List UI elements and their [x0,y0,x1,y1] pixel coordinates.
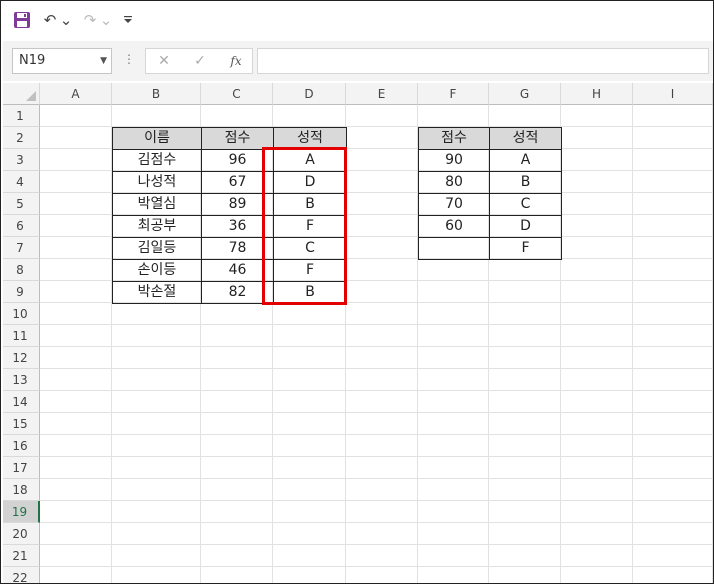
table-cell[interactable]: 70 [418,193,490,216]
row-header-17[interactable]: 17 [1,457,40,479]
gridline-horizontal [40,324,713,325]
table-cell[interactable]: D [489,215,562,238]
name-box[interactable]: N19 ▼ [12,48,112,74]
column-header-f[interactable]: F [418,83,489,105]
table-header-cell[interactable]: 성적 [489,127,562,150]
row-header-10[interactable]: 10 [1,303,40,325]
table-cell[interactable]: 최공부 [112,215,202,238]
gridline-horizontal [40,566,713,567]
table-cell[interactable]: 김일등 [112,237,202,260]
table-header-cell[interactable]: 이름 [112,127,202,150]
table-cell[interactable] [418,237,490,260]
row-header-11[interactable]: 11 [1,325,40,347]
column-header-d[interactable]: D [273,83,346,105]
undo-icon[interactable]: ↶ [41,9,59,31]
row-header-8[interactable]: 8 [1,259,40,281]
table-cell[interactable]: F [489,237,562,260]
column-header-e[interactable]: E [346,83,418,105]
gridline-horizontal [40,456,713,457]
redo-dropdown-icon[interactable]: ⌄ [100,9,113,31]
table-cell[interactable]: A [489,149,562,172]
row-header-2[interactable]: 2 [1,127,40,149]
column-header-i[interactable]: I [633,83,713,105]
gridline-horizontal [40,500,713,501]
row-header-16[interactable]: 16 [1,435,40,457]
customize-toolbar-icon[interactable] [121,9,135,31]
redo-icon[interactable]: ↷ [81,9,99,31]
sheet-grid[interactable]: A B C D E F G H I 1 2 3 4 5 6 7 8 9 10 11 12 13 14 15 16 17 18 19 20… [1,83,713,583]
row-header-20[interactable]: 20 [1,523,40,545]
column-header-c[interactable]: C [201,83,273,105]
row-header-9[interactable]: 9 [1,281,40,303]
gridline-horizontal [40,412,713,413]
row-header-15[interactable]: 15 [1,413,40,435]
formula-buttons: ✕ ✓ fx [145,48,253,74]
row-header-18[interactable]: 18 [1,479,40,501]
formula-input[interactable] [257,48,709,74]
row-header-19[interactable]: 19 [1,501,40,523]
column-header-a[interactable]: A [40,83,112,105]
row-header-12[interactable]: 12 [1,347,40,369]
insert-function-icon[interactable]: fx [226,52,246,70]
table-cell[interactable]: 박손절 [112,281,202,304]
column-header-b[interactable]: B [112,83,201,105]
row-header-7[interactable]: 7 [1,237,40,259]
select-all-button[interactable] [1,83,40,105]
gridline-vertical [712,105,713,583]
table-cell[interactable]: 90 [418,149,490,172]
gridline-horizontal [40,346,713,347]
table-cell[interactable]: 나성적 [112,171,202,194]
table-cell[interactable]: C [489,193,562,216]
cancel-icon[interactable]: ✕ [154,52,174,70]
table-cell[interactable]: 김점수 [112,149,202,172]
save-icon[interactable] [11,9,33,31]
row-header-1[interactable]: 1 [1,105,40,127]
quick-access-toolbar: ↶ ⌄ ↷ ⌄ [1,1,713,39]
gridline-horizontal [40,478,713,479]
gridline-horizontal [40,544,713,545]
more-options-icon[interactable]: ⋮ [123,52,135,66]
row-header-21[interactable]: 21 [1,545,40,567]
gridline-horizontal [40,390,713,391]
row-header-3[interactable]: 3 [1,149,40,171]
table-cell[interactable]: 60 [418,215,490,238]
table-header-cell[interactable]: 점수 [418,127,490,150]
gridline-vertical [632,105,633,583]
gridline-horizontal [40,434,713,435]
column-header-h[interactable]: H [561,83,633,105]
spreadsheet-window: ↶ ⌄ ↷ ⌄ N19 ▼ ⋮ ✕ ✓ fx ABCDEFGHI12345678… [0,0,714,584]
row-header-22[interactable]: 22 [1,567,40,583]
name-box-value: N19 [19,53,46,68]
enter-icon[interactable]: ✓ [190,52,210,70]
undo-dropdown-icon[interactable]: ⌄ [60,9,73,31]
row-header-4[interactable]: 4 [1,171,40,193]
table-cell[interactable]: 박열심 [112,193,202,216]
row-header-6[interactable]: 6 [1,215,40,237]
row-header-13[interactable]: 13 [1,369,40,391]
gridline-horizontal [40,522,713,523]
row-header-14[interactable]: 14 [1,391,40,413]
window-edge [1,39,3,583]
chevron-down-icon[interactable]: ▼ [100,49,107,73]
gridline-horizontal [40,368,713,369]
table-cell[interactable]: 손이등 [112,259,202,282]
table-cell[interactable]: B [489,171,562,194]
formula-bar: N19 ▼ ⋮ ✕ ✓ fx [1,41,713,81]
table-cell[interactable]: 80 [418,171,490,194]
column-header-g[interactable]: G [489,83,561,105]
grade-highlight-box [262,147,347,305]
row-header-5[interactable]: 5 [1,193,40,215]
